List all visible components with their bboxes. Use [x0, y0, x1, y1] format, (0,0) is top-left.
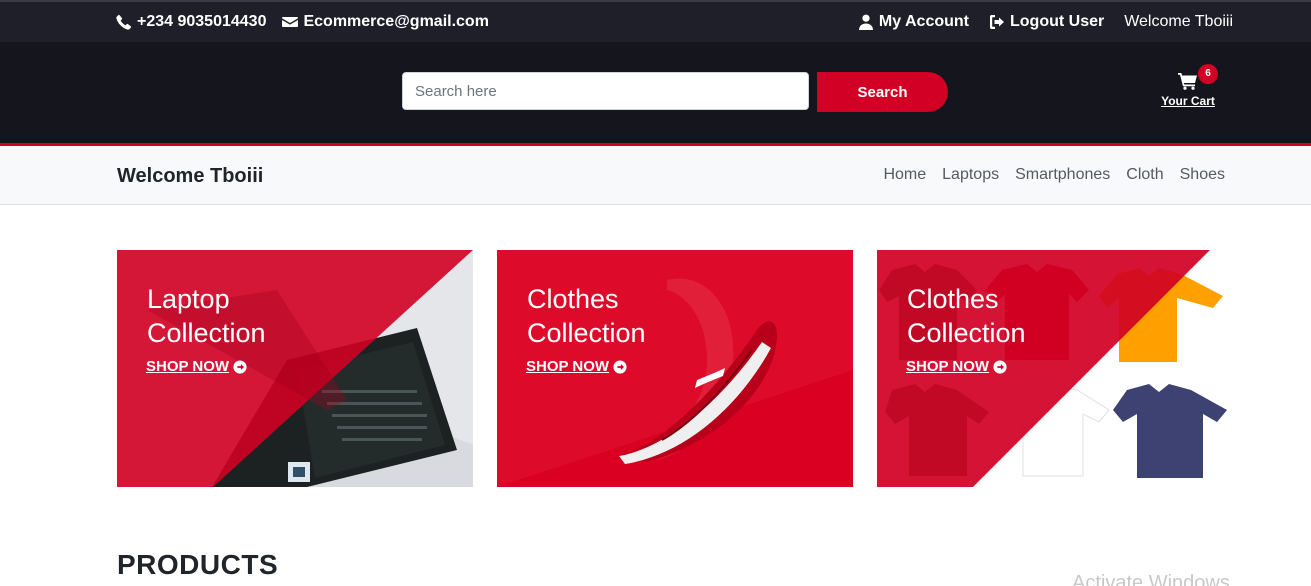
sign-out-icon	[990, 15, 1004, 29]
collection-title-line1: Clothes	[907, 284, 999, 314]
main-header: Search 6 Your Cart	[0, 42, 1311, 146]
navbar: Welcome Tboiii Home Laptops Smartphones …	[0, 147, 1311, 205]
phone-icon	[116, 14, 132, 30]
envelope-icon	[282, 17, 299, 27]
collection-title-line2: Collection	[527, 318, 646, 348]
collection-title: Clothes Collection	[907, 282, 1026, 350]
email-text: Ecommerce@gmail.com	[303, 13, 489, 30]
shop-now-link[interactable]: SHOP NOW	[906, 358, 1007, 375]
arrow-circle-right-icon	[233, 359, 247, 374]
search-input[interactable]	[402, 72, 809, 110]
shop-now-link[interactable]: SHOP NOW	[526, 358, 627, 375]
cart-label: Your Cart	[1161, 94, 1215, 108]
arrow-circle-right-icon	[613, 359, 627, 374]
logout-link[interactable]: Logout User	[989, 13, 1104, 31]
collection-title-line1: Laptop	[147, 284, 230, 314]
collection-title-line1: Clothes	[527, 284, 619, 314]
collection-card-laptop[interactable]: Laptop Collection SHOP NOW	[117, 250, 473, 487]
nav-links: Home Laptops Smartphones Cloth Shoes	[883, 166, 1225, 184]
email-link[interactable]: Ecommerce@gmail.com	[282, 13, 489, 31]
welcome-text: Welcome Tboiii	[1124, 13, 1233, 30]
phone-text: +234 9035014430	[137, 13, 267, 30]
collection-card-shoes[interactable]: Clothes Collection SHOP NOW	[497, 250, 853, 487]
collection-title-line2: Collection	[147, 318, 266, 348]
shop-now-label: SHOP NOW	[526, 358, 610, 375]
top-bar: +234 9035014430 Ecommerce@gmail.com My A…	[0, 0, 1311, 42]
arrow-circle-right-icon	[993, 359, 1007, 374]
my-account-link[interactable]: My Account	[858, 13, 969, 31]
phone-link[interactable]: +234 9035014430	[116, 13, 266, 31]
collection-title-line2: Collection	[907, 318, 1026, 348]
shop-now-label: SHOP NOW	[146, 358, 230, 375]
products-section-title: PRODUCTS	[117, 549, 279, 580]
logout-label: Logout User	[1010, 13, 1105, 30]
cart-link[interactable]: 6 Your Cart	[1160, 64, 1218, 108]
collection-title: Clothes Collection	[527, 282, 646, 350]
nav-link-shoes[interactable]: Shoes	[1180, 166, 1225, 184]
account-links: My Account Logout User Welcome Tboiii	[858, 13, 1233, 31]
contact-info: +234 9035014430 Ecommerce@gmail.com	[116, 13, 489, 31]
navbar-brand[interactable]: Welcome Tboiii	[117, 165, 263, 188]
nav-link-cloth[interactable]: Cloth	[1126, 166, 1163, 184]
my-account-label: My Account	[878, 13, 969, 30]
collection-card-clothes[interactable]: Clothes Collection SHOP NOW	[877, 250, 1233, 487]
user-icon	[858, 14, 873, 30]
shopping-cart-icon	[1178, 73, 1197, 90]
nav-link-home[interactable]: Home	[883, 166, 926, 184]
activate-windows-watermark: Activate Windows	[1072, 572, 1230, 586]
nav-link-laptops[interactable]: Laptops	[942, 166, 999, 184]
cart-count-badge: 6	[1198, 64, 1218, 84]
shop-now-link[interactable]: SHOP NOW	[146, 358, 247, 375]
search-button[interactable]: Search	[817, 72, 948, 112]
nav-link-smartphones[interactable]: Smartphones	[1015, 166, 1110, 184]
shop-now-label: SHOP NOW	[906, 358, 990, 375]
collection-title: Laptop Collection	[147, 282, 266, 350]
